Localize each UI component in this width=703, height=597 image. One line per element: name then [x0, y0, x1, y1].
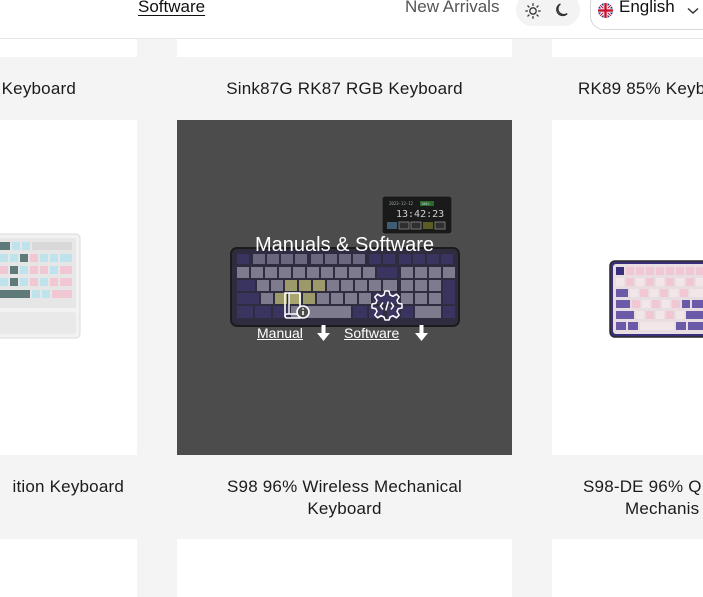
software-download-link[interactable]: Software [344, 325, 399, 341]
product-subtitle-line: S98-DE 96% Q [583, 477, 702, 496]
svg-text:100%: 100% [421, 202, 430, 206]
product-subtitle-line: Mechanis [625, 499, 700, 518]
product-subtitle-line: S98 96% Wireless Mechanical [227, 477, 462, 496]
manual-book-icon[interactable] [280, 290, 312, 327]
nav-link-new-arrivals[interactable]: New Arrivals [405, 0, 499, 17]
product-image[interactable] [0, 232, 82, 340]
moon-icon[interactable] [555, 2, 571, 23]
svg-text:13:42:23: 13:42:23 [396, 209, 444, 220]
manual-download-link[interactable]: Manual [257, 325, 303, 341]
product-title[interactable]: Keyboard [2, 79, 76, 99]
software-gear-code-icon[interactable] [371, 289, 403, 326]
product-card[interactable]: Sink87G RK87 RGB Keyboard 2023-12-12 100… [177, 39, 512, 597]
download-arrow-icon[interactable] [317, 325, 330, 347]
product-image[interactable] [608, 259, 703, 339]
language-label: English [619, 0, 675, 16]
language-selector[interactable]: English [590, 0, 703, 30]
top-nav: Software New Arrivals English [0, 0, 703, 39]
product-card[interactable]: Keyboard ition Keyboard [0, 39, 137, 597]
overlay-title: Manuals & Software [255, 234, 434, 256]
manuals-software-overlay[interactable]: 2023-12-12 100% 13:42:23 Manuals & Softw… [177, 120, 512, 455]
nav-link-software[interactable]: Software [138, 0, 205, 17]
download-arrow-icon[interactable] [415, 325, 428, 347]
theme-toggle[interactable] [516, 0, 580, 26]
product-image: 2023-12-12 100% 13:42:23 [230, 195, 460, 327]
product-subtitle[interactable]: S98 96% Wireless Mechanical Keyboard [177, 476, 512, 520]
product-subtitle-line: Keyboard [307, 499, 382, 518]
product-title[interactable]: RK89 85% Keyb [578, 79, 703, 99]
product-subtitle[interactable]: S98-DE 96% Q Mechanis [583, 476, 702, 520]
uk-flag-icon [598, 3, 613, 18]
product-subtitle[interactable]: ition Keyboard [13, 476, 124, 498]
chevron-down-icon [687, 2, 699, 20]
sun-icon[interactable] [525, 3, 541, 24]
product-title[interactable]: Sink87G RK87 RGB Keyboard [177, 79, 512, 99]
svg-text:2023-12-12: 2023-12-12 [389, 201, 414, 206]
product-card[interactable]: RK89 85% Keyb S98-DE 96% Q Mechanis [552, 39, 703, 597]
